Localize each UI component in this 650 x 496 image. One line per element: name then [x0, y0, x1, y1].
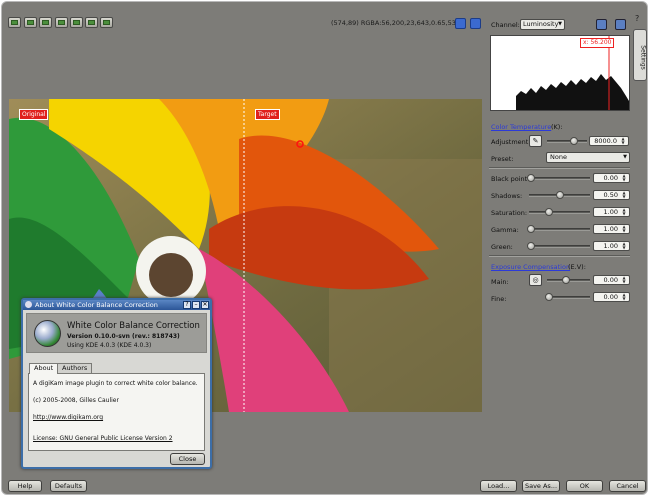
- ok-button[interactable]: OK: [566, 480, 603, 492]
- green-label: Green:: [491, 243, 513, 251]
- saturation-label: Saturation:: [491, 209, 528, 217]
- main-slider[interactable]: [547, 276, 590, 284]
- adjustment-input[interactable]: 8000.0 ▲ ▼: [589, 136, 629, 146]
- histogram[interactable]: x: 56.200: [490, 35, 630, 111]
- about-header: White Color Balance Correction Version 0…: [26, 313, 207, 353]
- pixel-info-readout: (574,89) RGBA:56,200,23,643,0.65,535: [331, 19, 460, 27]
- slider-thumb[interactable]: [527, 174, 535, 182]
- slider-thumb[interactable]: [569, 137, 578, 145]
- chevron-down-icon: ▼: [558, 21, 562, 27]
- slider-thumb[interactable]: [562, 276, 571, 284]
- divider: [489, 255, 630, 257]
- preset-value: None: [550, 153, 567, 161]
- about-license-link[interactable]: License: GNU General Public License Vers…: [33, 435, 173, 442]
- slider-thumb[interactable]: [545, 293, 553, 301]
- defaults-button[interactable]: Defaults: [50, 480, 87, 492]
- close-button[interactable]: Close: [170, 453, 205, 465]
- fine-slider[interactable]: [545, 293, 590, 301]
- preset-select[interactable]: None ▼: [546, 152, 630, 163]
- about-version: Version 0.10.0-svn (rev.: 818743): [67, 333, 180, 340]
- black-point-input[interactable]: 0.00 ▲ ▼: [593, 173, 630, 183]
- slider-thumb[interactable]: [545, 208, 554, 216]
- about-dialog-titlebar[interactable]: About White Color Balance Correction ? –…: [23, 300, 210, 310]
- cancel-button[interactable]: Cancel: [609, 480, 646, 492]
- color-picker-icon[interactable]: ✎: [529, 135, 542, 147]
- about-tab-pane: A digiKam image plugin to correct white …: [28, 373, 205, 451]
- saturation-slider[interactable]: [529, 208, 590, 216]
- about-dialog: About White Color Balance Correction ? –…: [21, 298, 212, 469]
- gamma-slider[interactable]: [527, 225, 590, 233]
- color-temperature-link[interactable]: Color Temperature: [491, 123, 551, 131]
- black-point-slider[interactable]: [527, 174, 590, 182]
- help-icon[interactable]: ?: [183, 301, 191, 309]
- slider-thumb[interactable]: [527, 242, 535, 250]
- compare-icon[interactable]: [70, 17, 83, 28]
- help-button[interactable]: Help: [8, 480, 42, 492]
- save-as-button[interactable]: Save As...: [522, 480, 560, 492]
- tab-about[interactable]: About: [29, 363, 59, 374]
- auto-exposure-icon[interactable]: ◎: [529, 274, 542, 286]
- original-label: Original: [19, 109, 49, 120]
- underexposure-icon[interactable]: [455, 18, 466, 29]
- tab-settings[interactable]: Settings: [633, 29, 647, 81]
- about-heading: White Color Balance Correction: [67, 321, 200, 331]
- chevron-down-icon: ▼: [623, 154, 627, 160]
- adjustment-label: Adjustment:: [491, 138, 531, 146]
- channel-select[interactable]: Luminosity ▼: [520, 19, 565, 30]
- overlay-icon[interactable]: [55, 17, 68, 28]
- histogram-marker: x: 56.200: [580, 38, 615, 48]
- adjustment-slider[interactable]: [547, 137, 587, 145]
- tab-settings-label: Settings: [639, 45, 647, 70]
- linear-scale-icon[interactable]: [596, 19, 607, 30]
- slider-thumb[interactable]: [527, 225, 535, 233]
- color-temperature-unit: (K):: [551, 123, 563, 131]
- overexposure-icon[interactable]: [470, 18, 481, 29]
- channel-label: Channel:: [491, 21, 520, 29]
- log-scale-icon[interactable]: [615, 19, 626, 30]
- divider: [489, 167, 630, 169]
- saturation-input[interactable]: 1.00 ▲ ▼: [593, 207, 630, 217]
- black-point-label: Black point:: [491, 175, 530, 183]
- original-view-icon[interactable]: [8, 17, 21, 28]
- about-dialog-title: About White Color Balance Correction: [35, 301, 158, 309]
- gamma-input[interactable]: 1.00 ▲ ▼: [593, 224, 630, 234]
- split-horizontal-icon[interactable]: [24, 17, 37, 28]
- shadows-label: Shadows:: [491, 192, 523, 200]
- main-input[interactable]: 0.00 ▲ ▼: [593, 275, 630, 285]
- about-url-link[interactable]: http://www.digikam.org: [33, 414, 103, 421]
- fine-label: Fine:: [491, 295, 507, 303]
- green-input[interactable]: 1.00 ▲ ▼: [593, 241, 630, 251]
- shadows-slider[interactable]: [529, 191, 590, 199]
- preview-icon[interactable]: [100, 17, 113, 28]
- split-vertical-icon[interactable]: [39, 17, 52, 28]
- exposure-compensation-link[interactable]: Exposure Compensation: [491, 263, 570, 271]
- slider-thumb[interactable]: [555, 191, 564, 199]
- plugin-window: (574,89) RGBA:56,200,23,643,0.65,535 Ori…: [1, 1, 648, 495]
- help-corner-icon[interactable]: ?: [635, 14, 645, 24]
- shadows-input[interactable]: 0.50 ▲ ▼: [593, 190, 630, 200]
- channel-value: Luminosity: [523, 20, 559, 28]
- minimize-icon[interactable]: –: [192, 301, 200, 309]
- load-button[interactable]: Load...: [480, 480, 517, 492]
- main-label: Main:: [491, 278, 509, 286]
- app-icon: [25, 301, 32, 308]
- plugin-logo-icon: [34, 320, 61, 347]
- exposure-unit: (E.V):: [568, 263, 586, 271]
- gamma-label: Gamma:: [491, 226, 519, 234]
- close-icon[interactable]: ✕: [201, 301, 209, 309]
- about-copyright: (c) 2005-2008, Gilles Caulier: [33, 397, 119, 404]
- about-description: A digiKam image plugin to correct white …: [33, 380, 198, 387]
- target-label: Target: [255, 109, 280, 120]
- settings-panel: Channel: Luminosity ▼ x: 56.200 Color Te…: [487, 12, 632, 482]
- split-duplicate-icon[interactable]: [85, 17, 98, 28]
- fine-input[interactable]: 0.00 ▲ ▼: [593, 292, 630, 302]
- green-slider[interactable]: [527, 242, 590, 250]
- preset-label: Preset:: [491, 155, 514, 163]
- about-kde-version: Using KDE 4.0.3 (KDE 4.0.3): [67, 342, 152, 349]
